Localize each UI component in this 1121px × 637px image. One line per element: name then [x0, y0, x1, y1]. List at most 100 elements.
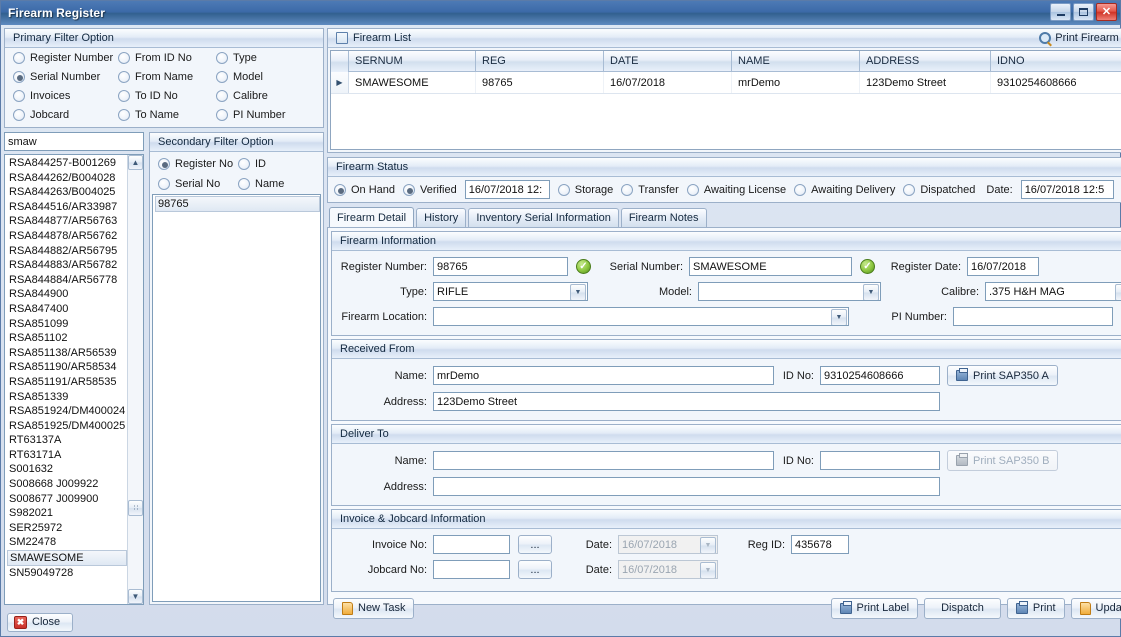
minimize-button[interactable]: [1050, 3, 1071, 21]
list-item[interactable]: S982021: [7, 506, 127, 521]
scroll-track[interactable]: ∷: [128, 170, 143, 589]
chevron-down-icon[interactable]: ▼: [700, 562, 716, 578]
radio-from-name[interactable]: From Name: [118, 71, 216, 83]
status-transfer[interactable]: Transfer: [621, 183, 679, 196]
list-item[interactable]: RSA844516/AR33987: [7, 200, 127, 215]
scroll-thumb[interactable]: ∷: [128, 500, 143, 516]
received-name-input[interactable]: mrDemo: [433, 366, 774, 385]
print-firearm-list-button[interactable]: Print Firearm List: [1039, 32, 1121, 44]
radio-from-id-no[interactable]: From ID No: [118, 52, 216, 64]
scroll-down-icon[interactable]: ▼: [128, 589, 143, 604]
list-item-selected[interactable]: 98765: [155, 196, 320, 212]
chevron-down-icon[interactable]: ▼: [570, 284, 586, 300]
tab-history[interactable]: History: [416, 208, 467, 227]
list-item[interactable]: S008668 J009922: [7, 477, 127, 492]
status-storage[interactable]: Storage: [557, 183, 613, 196]
secondary-results-listbox[interactable]: 98765: [152, 194, 321, 602]
radio-serial-number[interactable]: Serial Number: [13, 71, 118, 83]
list-item[interactable]: RSA851191/AR58535: [7, 375, 127, 390]
close-button[interactable]: ✖ Close: [7, 612, 74, 632]
deliver-address-input[interactable]: [433, 477, 940, 496]
deliver-name-input[interactable]: [433, 451, 774, 470]
status-date-input[interactable]: 16/07/2018 12:5: [1020, 180, 1114, 199]
radio-model[interactable]: Model: [216, 71, 317, 83]
radio-pi-number[interactable]: PI Number: [216, 109, 317, 121]
list-item-selected[interactable]: SMAWESOME: [7, 550, 127, 567]
register-number-input[interactable]: 98765: [433, 257, 568, 276]
list-item[interactable]: RSA851102: [7, 331, 127, 346]
list-item[interactable]: RSA844257-B001269: [7, 156, 127, 171]
firearm-list-grid[interactable]: SERNUM REG DATE NAME ADDRESS IDNO ▶ SMAW…: [330, 50, 1121, 150]
received-address-input[interactable]: 123Demo Street: [433, 392, 940, 411]
jobcard-date-picker[interactable]: 16/07/2018 ▼: [618, 560, 718, 579]
maximize-button[interactable]: [1073, 3, 1094, 21]
radio-to-name[interactable]: To Name: [118, 109, 216, 121]
list-item[interactable]: RSA847400: [7, 302, 127, 317]
status-dispatched[interactable]: Dispatched: [903, 183, 975, 196]
radio-type[interactable]: Type: [216, 52, 317, 64]
radio-id[interactable]: ID: [238, 158, 316, 170]
list-item[interactable]: RSA844882/AR56795: [7, 244, 127, 259]
radio-calibre[interactable]: Calibre: [216, 90, 317, 102]
list-item[interactable]: RSA844878/AR56762: [7, 229, 127, 244]
tab-inventory-serial-information[interactable]: Inventory Serial Information: [468, 208, 619, 227]
print-sap350-a-button[interactable]: Print SAP350 A: [947, 365, 1058, 386]
list-item[interactable]: SN59049728: [7, 566, 127, 581]
list-item[interactable]: SM22478: [7, 535, 127, 550]
list-item[interactable]: RSA844262/B004028: [7, 171, 127, 186]
jobcard-browse-button[interactable]: ...: [518, 560, 552, 579]
radio-serial-no[interactable]: Serial No: [158, 178, 238, 190]
status-awaiting-license[interactable]: Awaiting License: [686, 183, 786, 196]
column-header-name[interactable]: NAME: [732, 51, 860, 72]
list-item[interactable]: S008677 J009900: [7, 492, 127, 507]
list-item[interactable]: RSA844883/AR56782: [7, 258, 127, 273]
pi-number-input[interactable]: [953, 307, 1113, 326]
calibre-combobox[interactable]: .375 H&H MAG ▼: [985, 282, 1121, 301]
close-window-button[interactable]: ✕: [1096, 3, 1117, 21]
verified-date-input[interactable]: 16/07/2018 12:: [464, 180, 550, 199]
status-on-hand[interactable]: On Hand: [334, 183, 395, 196]
invoice-no-input[interactable]: [433, 535, 510, 554]
jobcard-no-input[interactable]: [433, 560, 510, 579]
reg-id-input[interactable]: 435678: [791, 535, 849, 554]
radio-register-number[interactable]: Register Number: [13, 52, 118, 64]
search-input[interactable]: smaw: [4, 132, 144, 151]
column-header-address[interactable]: ADDRESS: [860, 51, 991, 72]
invoice-browse-button[interactable]: ...: [518, 535, 552, 554]
chevron-down-icon[interactable]: ▼: [831, 309, 847, 325]
table-row[interactable]: ▶ SMAWESOME 98765 16/07/2018 mrDemo 123D…: [331, 72, 1121, 94]
list-item[interactable]: S001632: [7, 462, 127, 477]
radio-jobcard[interactable]: Jobcard: [13, 109, 118, 121]
primary-results-listbox[interactable]: RSA844257-B001269 RSA844262/B004028 RSA8…: [4, 154, 144, 605]
tab-firearm-detail[interactable]: Firearm Detail: [329, 207, 415, 227]
column-header-date[interactable]: DATE: [604, 51, 732, 72]
column-header-sernum[interactable]: SERNUM: [349, 51, 476, 72]
received-id-input[interactable]: 9310254608666: [820, 366, 940, 385]
column-header-reg[interactable]: REG: [476, 51, 604, 72]
register-date-input[interactable]: 16/07/2018: [967, 257, 1039, 276]
list-item[interactable]: RSA851925/DM400025: [7, 419, 127, 434]
radio-invoices[interactable]: Invoices: [13, 90, 118, 102]
primary-results-scrollbar[interactable]: ▲ ∷ ▼: [127, 155, 143, 604]
firearm-location-combobox[interactable]: ▼: [433, 307, 849, 326]
type-combobox[interactable]: RIFLE ▼: [433, 282, 588, 301]
list-item[interactable]: RT63171A: [7, 448, 127, 463]
status-verified[interactable]: Verified: [403, 183, 457, 196]
list-item[interactable]: RSA851924/DM400024: [7, 404, 127, 419]
status-awaiting-delivery[interactable]: Awaiting Delivery: [794, 183, 895, 196]
chevron-down-icon[interactable]: ▼: [863, 284, 879, 300]
serial-number-input[interactable]: SMAWESOME: [689, 257, 852, 276]
list-item[interactable]: RSA844877/AR56763: [7, 214, 127, 229]
list-item[interactable]: RSA844884/AR56778: [7, 273, 127, 288]
radio-to-id-no[interactable]: To ID No: [118, 90, 216, 102]
chevron-down-icon[interactable]: ▼: [1115, 284, 1121, 300]
column-header-idno[interactable]: IDNO: [991, 51, 1121, 72]
list-item[interactable]: RSA851099: [7, 317, 127, 332]
radio-name[interactable]: Name: [238, 178, 316, 190]
print-sap350-b-button[interactable]: Print SAP350 B: [947, 450, 1059, 471]
model-combobox[interactable]: ▼: [698, 282, 881, 301]
invoice-date-picker[interactable]: 16/07/2018 ▼: [618, 535, 718, 554]
list-item[interactable]: RT63137A: [7, 433, 127, 448]
list-item[interactable]: RSA844900: [7, 287, 127, 302]
chevron-down-icon[interactable]: ▼: [700, 537, 716, 553]
